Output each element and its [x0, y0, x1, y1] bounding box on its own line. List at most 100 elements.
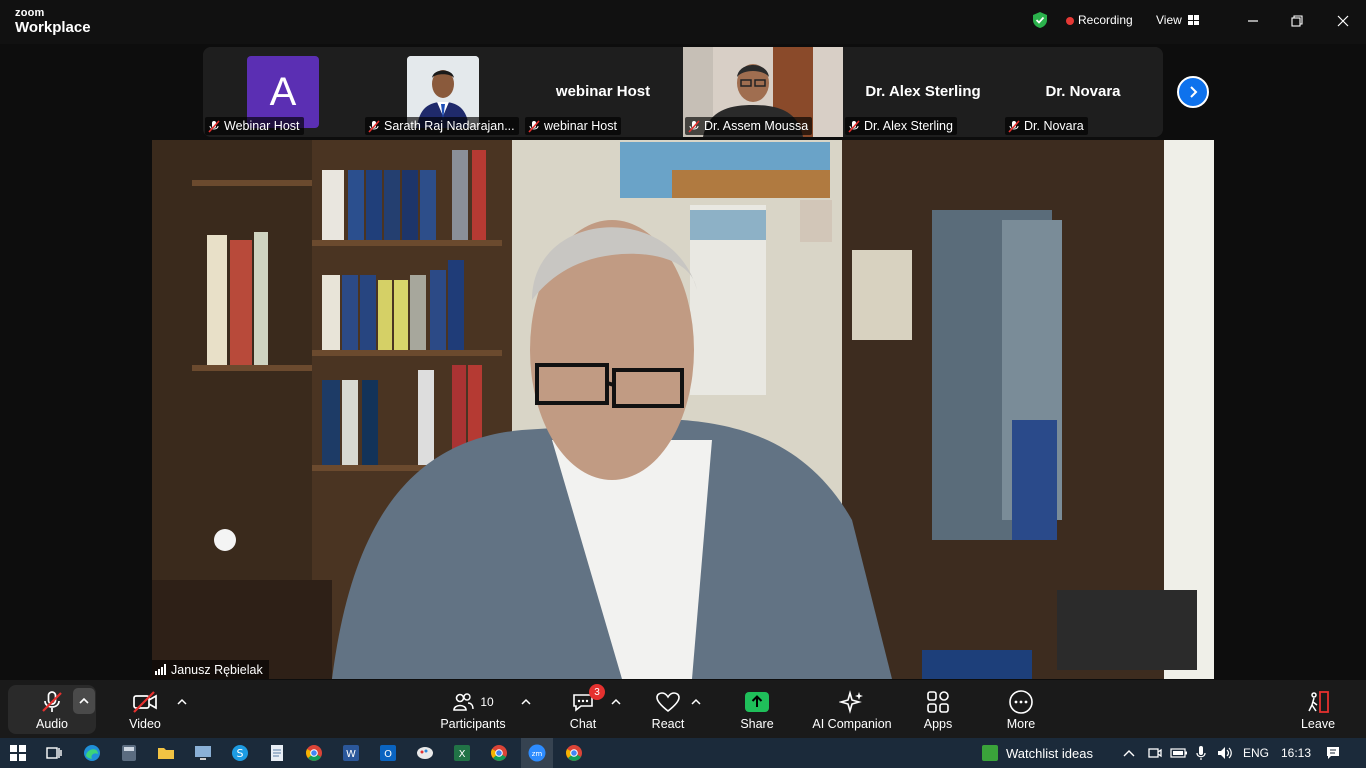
chat-label: Chat — [569, 717, 597, 731]
share-button[interactable]: Share — [738, 680, 776, 738]
windows-start-icon[interactable] — [8, 743, 28, 763]
audio-label: Audio — [36, 717, 68, 731]
mic-muted-icon — [848, 119, 860, 133]
notepad-icon[interactable] — [267, 743, 287, 763]
participant-display-name: Dr. Alex Sterling — [865, 83, 981, 100]
participants-button[interactable]: 10 Participants — [440, 680, 506, 738]
chevron-up-icon[interactable] — [610, 696, 622, 708]
svg-text:X: X — [459, 749, 466, 760]
chat-button[interactable]: 3 Chat — [566, 680, 605, 738]
task-view-icon[interactable] — [44, 743, 64, 763]
chevron-up-icon[interactable] — [176, 696, 188, 708]
apps-button[interactable]: Apps — [920, 680, 956, 738]
watchlist-widget[interactable]: Watchlist ideas — [982, 745, 1093, 761]
svg-text:W: W — [346, 749, 356, 760]
audio-options-caret[interactable] — [73, 688, 95, 714]
participant-name: Sarath Raj Nadarajan... — [384, 119, 515, 133]
zoom-window: zoom Workplace Recording View A Webinar … — [0, 0, 1366, 768]
react-label: React — [651, 717, 685, 731]
chrome-alt-icon[interactable] — [489, 743, 509, 763]
paint-icon[interactable] — [415, 743, 435, 763]
participant-tile[interactable]: Dr. Assem Moussa — [683, 47, 843, 137]
edge-icon[interactable] — [82, 743, 102, 763]
windows-taskbar: S W O X zm Watchlist ideas ENG 16:13 — [0, 738, 1366, 768]
share-screen-icon — [745, 692, 769, 712]
participant-namebar: Webinar Host — [205, 117, 304, 135]
participants-label: Participants — [440, 717, 506, 731]
view-label: View — [1156, 13, 1182, 27]
more-label: More — [1006, 717, 1036, 731]
participant-name: Dr. Novara — [1024, 119, 1084, 133]
participant-tile[interactable]: Dr. Alex Sterling Dr. Alex Sterling — [843, 47, 1003, 137]
mic-muted-icon — [688, 119, 700, 133]
video-button[interactable]: Video — [118, 680, 172, 738]
camera-in-use-icon[interactable] — [1147, 745, 1163, 761]
chevron-up-icon[interactable] — [690, 696, 702, 708]
participant-tile[interactable]: webinar Host webinar Host — [523, 47, 683, 137]
participant-tile[interactable]: A Webinar Host — [203, 47, 363, 137]
calculator-icon[interactable] — [119, 743, 139, 763]
share-label: Share — [740, 717, 774, 731]
zoom-icon[interactable]: zm — [527, 743, 547, 763]
more-button[interactable]: More — [1002, 680, 1040, 738]
heart-icon — [656, 692, 680, 713]
recording-label[interactable]: Recording — [1078, 13, 1133, 27]
participant-name: webinar Host — [544, 119, 617, 133]
speaker-icon[interactable] — [1216, 745, 1234, 761]
participants-count: 10 — [480, 695, 494, 709]
participant-namebar: webinar Host — [525, 117, 621, 135]
sparkle-icon — [839, 690, 863, 714]
minimize-icon[interactable] — [1242, 10, 1264, 32]
logo-line2: Workplace — [15, 19, 91, 36]
view-button[interactable]: View — [1156, 13, 1199, 27]
battery-icon[interactable] — [1170, 747, 1188, 759]
skype-icon[interactable]: S — [230, 743, 250, 763]
chrome-icon[interactable] — [304, 743, 324, 763]
chat-unread-badge: 3 — [589, 684, 605, 700]
mic-muted-icon — [528, 119, 540, 133]
leave-button[interactable]: Leave — [1298, 680, 1338, 738]
participants-icon — [453, 693, 475, 711]
mic-muted-icon — [368, 119, 380, 133]
apps-icon — [927, 691, 949, 713]
mic-muted-icon — [42, 691, 62, 712]
signal-strength-icon — [155, 664, 166, 675]
svg-text:O: O — [384, 749, 392, 760]
excel-icon[interactable]: X — [452, 743, 472, 763]
participant-namebar: Dr. Alex Sterling — [845, 117, 957, 135]
close-icon[interactable] — [1332, 10, 1354, 32]
participant-name: Dr. Alex Sterling — [864, 119, 953, 133]
chevron-right-icon — [1190, 86, 1198, 98]
remote-desktop-icon[interactable] — [193, 743, 213, 763]
video-off-icon — [133, 691, 157, 713]
participant-tile[interactable]: Dr. Novara Dr. Novara — [1003, 47, 1163, 137]
stocks-icon — [982, 745, 998, 761]
participant-name: Webinar Host — [224, 119, 300, 133]
ai-companion-button[interactable]: AI Companion — [810, 680, 894, 738]
audio-button[interactable]: Audio — [24, 680, 80, 738]
participant-namebar: Dr. Novara — [1005, 117, 1088, 135]
participant-strip: A Webinar Host Sarath Raj Nadarajan... w… — [203, 47, 1163, 137]
microphone-icon[interactable] — [1195, 745, 1207, 761]
zoom-logo: zoom Workplace — [15, 7, 91, 36]
clock[interactable]: 16:13 — [1281, 746, 1311, 760]
file-explorer-icon[interactable] — [156, 743, 176, 763]
ai-companion-label: AI Companion — [812, 717, 892, 731]
notifications-icon[interactable] — [1325, 745, 1341, 761]
chrome-profile-icon[interactable] — [564, 743, 584, 763]
leave-icon — [1308, 691, 1329, 713]
word-icon[interactable]: W — [341, 743, 361, 763]
react-button[interactable]: React — [650, 680, 686, 738]
logo-line1: zoom — [15, 7, 45, 19]
participant-display-name: Dr. Novara — [1045, 83, 1121, 100]
chevron-up-icon[interactable] — [520, 696, 532, 708]
language-indicator[interactable]: ENG — [1243, 746, 1269, 760]
participant-tile[interactable]: Sarath Raj Nadarajan... — [363, 47, 523, 137]
encryption-shield-icon[interactable] — [1031, 11, 1049, 29]
title-bar: zoom Workplace Recording View — [0, 0, 1366, 44]
restore-icon[interactable] — [1286, 10, 1308, 32]
chevron-up-icon[interactable] — [1123, 748, 1135, 758]
outlook-icon[interactable]: O — [378, 743, 398, 763]
next-page-button[interactable] — [1177, 76, 1209, 108]
video-label: Video — [129, 717, 161, 731]
